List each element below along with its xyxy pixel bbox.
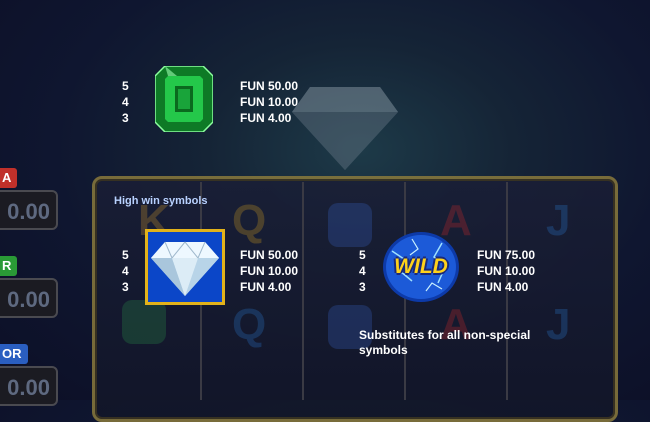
- side-tag-3: OR: [0, 344, 28, 364]
- wild-payouts: FUN 75.00 FUN 10.00 FUN 4.00: [477, 247, 535, 295]
- count: 3: [122, 280, 129, 294]
- side-tag-2: R: [0, 256, 18, 276]
- payout: FUN 4.00: [240, 111, 292, 125]
- side-tag-1: A: [0, 168, 18, 188]
- count: 5: [122, 248, 129, 262]
- payout: FUN 4.00: [240, 280, 292, 294]
- count: 5: [359, 248, 366, 262]
- reel-sapphire-icon: [328, 203, 372, 247]
- count: 4: [122, 264, 129, 278]
- payout: FUN 10.00: [477, 264, 536, 278]
- payout: FUN 75.00: [477, 248, 536, 262]
- diamond-counts: 5 4 3: [122, 247, 129, 295]
- reel-symbol-q: Q: [232, 196, 267, 245]
- diamond-payouts: FUN 50.00 FUN 10.00 FUN 4.00: [240, 247, 298, 295]
- count: 5: [122, 79, 129, 93]
- count: 4: [359, 264, 366, 278]
- wild-counts: 5 4 3: [359, 247, 366, 295]
- count: 3: [359, 280, 366, 294]
- payout: FUN 4.00: [477, 280, 529, 294]
- count: 4: [122, 95, 129, 109]
- reel-symbol-j: J: [546, 196, 571, 245]
- background-diamond-icon: [292, 87, 398, 170]
- wild-description: Substitutes for all non-special symbols: [359, 328, 531, 357]
- payout: FUN 10.00: [240, 95, 299, 109]
- side-value-2: 0.00: [0, 278, 58, 318]
- side-value-1: 0.00: [0, 190, 58, 230]
- wild-icon: WILD: [382, 231, 460, 303]
- side-value-3: 0.00: [0, 366, 58, 406]
- section-title: High win symbols: [114, 195, 208, 207]
- diamond-icon: [148, 232, 222, 302]
- payout: FUN 50.00: [240, 79, 299, 93]
- wild-label: WILD: [394, 255, 448, 278]
- emerald-counts: 5 4 3: [122, 78, 129, 126]
- payout: FUN 50.00: [240, 248, 299, 262]
- emerald-icon: [155, 66, 213, 132]
- count: 3: [122, 111, 129, 125]
- emerald-payouts: FUN 50.00 FUN 10.00 FUN 4.00: [240, 78, 298, 126]
- payout: FUN 10.00: [240, 264, 299, 278]
- reel-symbol-q: Q: [232, 300, 267, 349]
- diamond-symbol-frame: [145, 229, 225, 305]
